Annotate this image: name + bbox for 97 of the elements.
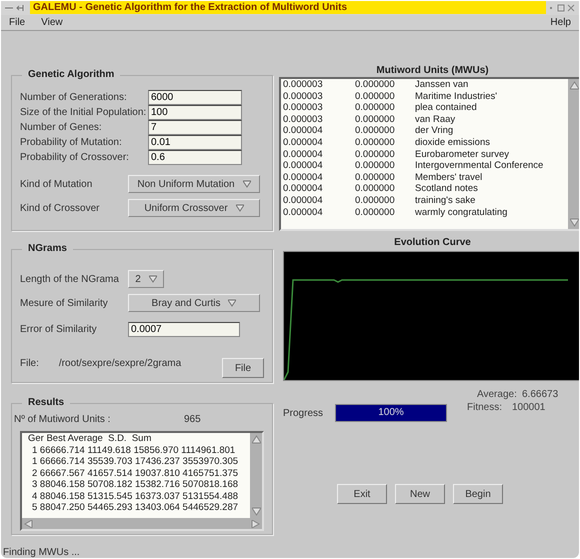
progress-label: Progress [283,408,324,418]
caret-icon [148,275,157,283]
count-label: Nº of Mutiword Units : [14,414,112,425]
table-cell-text: 0.000003 [283,79,324,91]
input-field[interactable]: 6000 [148,90,242,105]
table-cell-text: 0.000000 [355,183,396,195]
table-cell-text: 0.000000 [355,90,396,102]
table-cell-text: 0.000003 [283,114,324,126]
caret-icon [242,180,251,188]
table-cell-text: 0.000003 [283,102,324,114]
results-header: Ger Best Average S.D. Sum [27,433,152,444]
field-label: Error of Similarity [20,324,98,334]
table-cell-text: 0.000000 [355,194,396,207]
table-cell-text: plea contained [415,102,478,114]
results-row-text: 2 66667.567 41657.514 19037.810 4165751.375 [31,468,240,479]
results-row-text: 1 66666.714 35539.703 17436.237 3553970.305 [31,456,240,468]
window-title: GALEMU - Genetic Algorithm for the Extraction of Multiword Units [30,1,546,14]
menu-item[interactable]: File [9,16,26,28]
table-cell-text: 0.000000 [355,114,396,126]
results-row-text: 4 88046.158 51315.545 16373.037 5131554.488 [31,490,240,502]
table-cell-text: Maritime Industries' [415,90,498,102]
table-cell-text: 0.000004 [283,194,324,207]
field-label: Number of Genes: [20,122,103,133]
table-cell-text: 0.000000 [355,136,396,149]
table-cell-text: Eurobarometer survey [415,148,510,160]
table-cell-text: Intergovernmental Conference [415,160,544,172]
list-title: Mutiword Units (MWUs) [375,65,490,77]
table-cell-text: 0.000000 [355,172,396,184]
progress-text: 100% [377,406,405,420]
table-cell-text: 0.000000 [355,206,396,218]
table-cell-text: warmly congratulating [415,206,508,218]
group-title: Genetic Algorithm [22,69,120,80]
dropdown[interactable]: 2 [128,270,164,288]
results-row-text: 1 66666.714 11149.618 15856.970 1114961.801 [31,444,236,456]
table-cell-text: 0.000004 [283,206,324,218]
group-title: NGrams [22,243,73,254]
field-label: Size of the Initial Population: [20,107,148,118]
input-field[interactable]: 100 [148,105,242,120]
field-label: Kind of Crossover [20,202,100,214]
input-field[interactable]: 0.0007 [128,322,240,336]
input-field[interactable]: 0.01 [148,135,242,150]
fitness-value: 100001 [512,402,546,412]
field-label: Length of the NGrama [20,274,120,284]
scroll-down-icon[interactable] [570,218,578,227]
caret-icon [236,204,244,212]
window-controls-icon[interactable] [549,4,575,12]
action-button[interactable]: New [395,484,445,504]
table-cell-text: 0.000004 [283,183,324,195]
table-cell-text: 0.000004 [283,172,324,184]
table-cell-text: training's sake [415,194,476,207]
table-cell-text: Scotland notes [415,183,479,195]
action-button[interactable]: Exit [337,484,387,504]
average-label: Average: [477,389,518,400]
dropdown[interactable]: Bray and Curtis [128,294,260,312]
field-label: Probability of Mutation: [20,137,123,148]
field-label: Mesure of Similarity [20,298,109,308]
results-row-text: 5 88047.250 54465.293 13403.064 5446529.287 [31,502,240,514]
results-row-text: 3 88046.158 50708.182 15382.716 5070818.168 [31,479,240,490]
fitness-label: Fitness: [467,402,504,412]
table-cell-text: 0.000003 [283,90,324,102]
count-value: 965 [184,414,201,425]
table-cell-text: 0.000004 [283,148,324,160]
field-label: Number of Generations: [20,92,128,103]
field-label: Probability of Crossover: [20,152,130,163]
dropdown[interactable]: Non Uniform Mutation [128,175,260,193]
field-label: Kind of Mutation [20,178,94,190]
scroll-down-icon[interactable] [252,507,260,516]
table-cell-text: 0.000000 [355,148,396,160]
table-cell-text: 0.000004 [283,136,324,149]
table-cell-text: 0.000000 [355,160,396,172]
table-cell-text: 0.000000 [355,79,396,91]
table-cell-text: Members' travel [415,172,484,184]
file-path: /root/sexpre/sexpre/2grama [58,358,182,368]
table-cell-text: van Raay [415,114,456,126]
table-cell-text: dioxide emissions [415,136,491,149]
caret-icon [228,299,236,307]
table-cell-text: 0.000000 [355,102,396,114]
scroll-up-icon[interactable] [252,435,260,444]
scroll-up-icon[interactable] [570,81,578,90]
group-title: Results [22,397,70,408]
input-field[interactable]: 0.6 [148,150,242,165]
table-cell-text: der Vring [415,125,454,137]
action-button[interactable]: Begin [453,484,503,504]
table-cell-text: 0.000000 [355,125,396,137]
scroll-left-icon[interactable] [24,520,33,528]
menu-item[interactable]: Help [550,16,571,28]
input-field[interactable]: 7 [148,120,242,135]
chart-title: Evolution Curve [393,237,472,249]
table-cell-text: Janssen van [415,79,470,91]
file-button[interactable]: File [222,358,264,378]
dropdown[interactable]: Uniform Crossover [128,199,260,217]
file-label: File: [20,358,39,368]
status-text: Finding MWUs ... [3,547,81,558]
average-value: 6.66673 [522,389,560,400]
menu-item[interactable]: View [41,16,63,28]
table-cell-text: 0.000004 [283,160,324,172]
table-cell-text: 0.000004 [283,125,324,137]
